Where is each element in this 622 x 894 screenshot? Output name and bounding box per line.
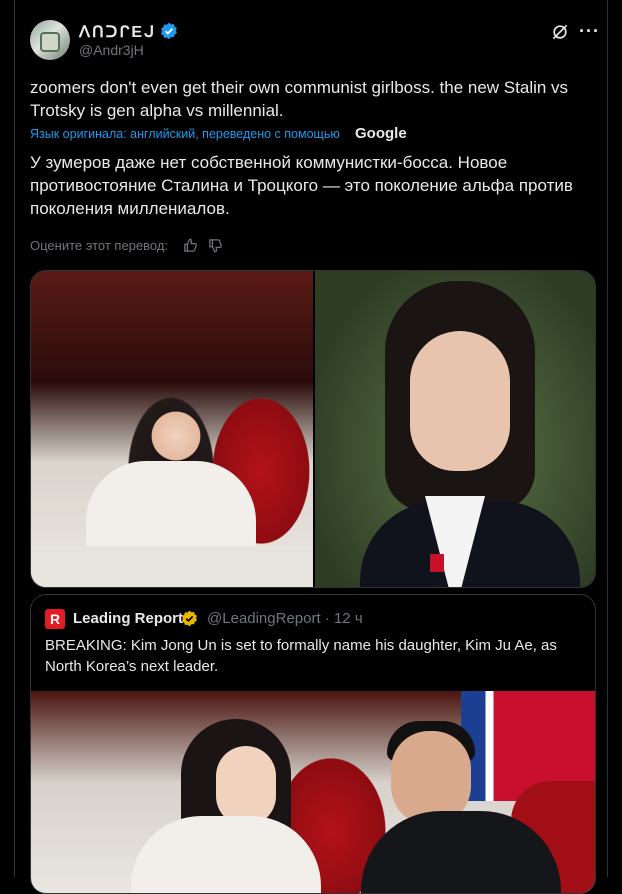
author-name[interactable]: ᐱᑎᑐᒋEᒍ [79, 22, 156, 42]
quoted-author-avatar[interactable]: R [45, 609, 65, 629]
photo-detail [216, 746, 276, 826]
tweet-text: zoomers don't even get their own communi… [30, 78, 569, 120]
quoted-author-handle-time: @LeadingReport · 12 ч [207, 610, 363, 627]
grok-icon[interactable] [550, 22, 570, 42]
author-handle[interactable]: @Andr3jH [79, 42, 144, 58]
quoted-post-text: BREAKING: Kim Jong Un is set to formally… [45, 637, 557, 675]
translated-text: У зумеров даже нет собственной коммунист… [30, 153, 573, 218]
verified-badge-icon [182, 610, 197, 627]
quoted-post-photo[interactable] [31, 691, 595, 893]
photo-detail [430, 554, 444, 572]
photo-detail [410, 331, 510, 471]
thumb-up-icon[interactable] [183, 238, 198, 253]
avatar[interactable] [30, 20, 70, 60]
photo-detail [131, 816, 321, 893]
photo-detail [31, 546, 313, 587]
quoted-post[interactable]: R Leading Report @LeadingReport · 12 ч B… [30, 594, 596, 894]
verified-badge-icon [161, 22, 177, 40]
translation-note: Язык оригинала: английский, переведено с… [30, 127, 340, 141]
rate-translation-label: Оцените этот перевод: [30, 238, 169, 253]
post-media[interactable] [30, 270, 596, 588]
photo-girl[interactable] [31, 271, 313, 587]
photo-woman[interactable] [315, 271, 595, 587]
more-icon[interactable]: ··· [579, 22, 600, 40]
quoted-author-name[interactable]: Leading Report [73, 610, 183, 627]
google-logo[interactable]: Google [355, 125, 407, 142]
thumb-down-icon[interactable] [208, 238, 223, 253]
